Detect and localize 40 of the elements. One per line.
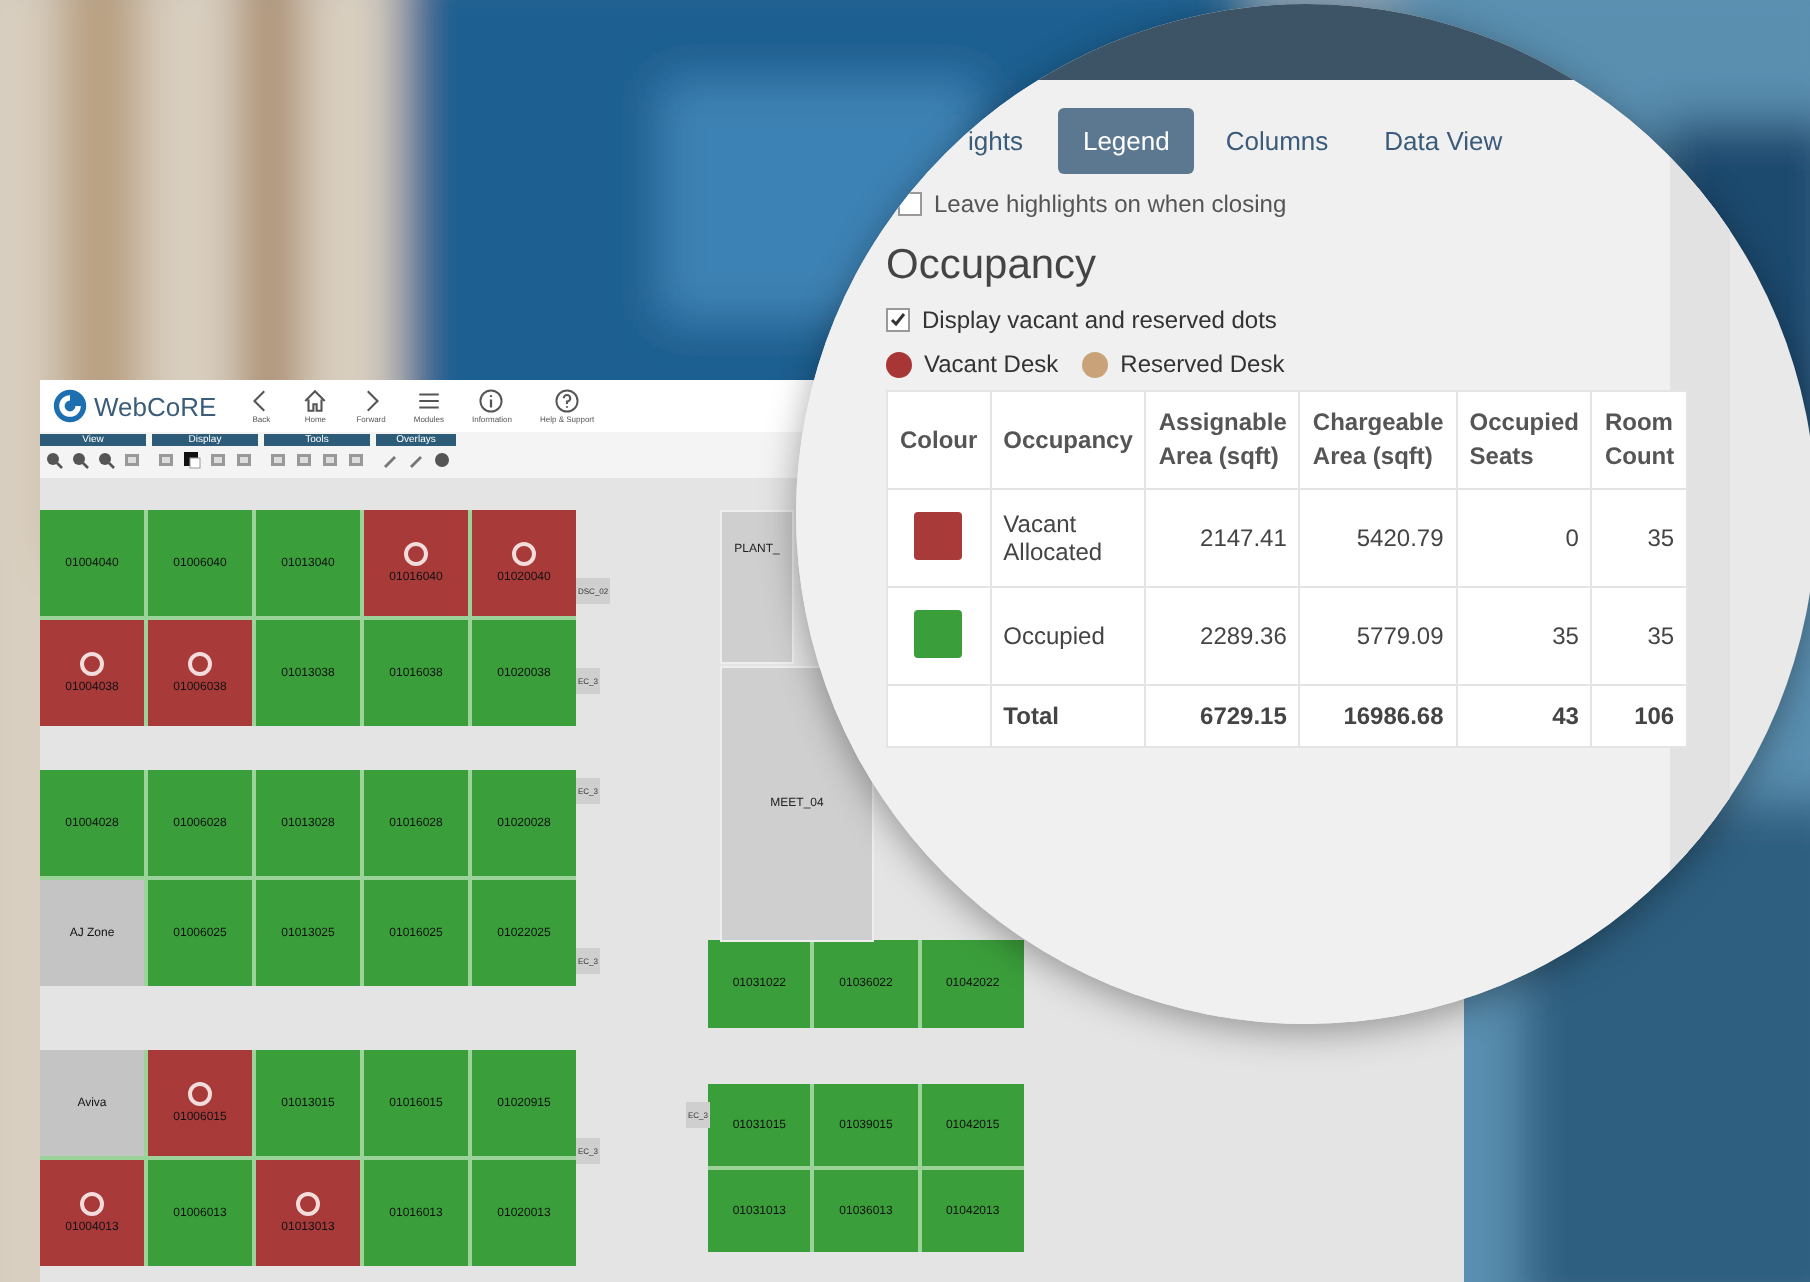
column-header: Occupancy [990, 391, 1146, 489]
table-cell: 6729.15 [1145, 685, 1300, 747]
home-icon [302, 388, 329, 414]
column-header: Occupied Seats [1456, 391, 1592, 489]
column-header: Chargeable Area (sqft) [1299, 391, 1457, 489]
app-logo: WebCoRE [94, 391, 217, 421]
zoom-icon[interactable] [70, 450, 90, 470]
table-cell: 2147.41 [1145, 489, 1300, 587]
table-cell: Occupied [990, 587, 1146, 685]
table-cell: 35 [1591, 587, 1688, 685]
info-icon [478, 388, 505, 414]
section-heading: Occupancy [886, 242, 1099, 290]
table-cell: 2289.36 [1145, 587, 1300, 685]
column-header: Room Count [1591, 391, 1688, 489]
contrast-icon[interactable] [182, 450, 202, 470]
table-cell: 106 [1591, 685, 1688, 747]
column-header: Assignable Area (sqft) [1145, 391, 1300, 489]
tab[interactable]: Legend [1058, 108, 1194, 174]
checkbox[interactable] [886, 308, 910, 332]
table-cell: 5420.79 [1299, 489, 1457, 587]
table-cell: 35 [1456, 587, 1592, 685]
table-cell: Vacant Allocated [990, 489, 1146, 587]
zoom-icon[interactable] [44, 450, 64, 470]
checkbox-label: Leave highlights on when closing [934, 190, 1287, 218]
table-cell: Total [990, 685, 1146, 747]
table-cell: 43 [1456, 685, 1592, 747]
logo-icon [52, 388, 88, 424]
table-cell: 16986.68 [1299, 685, 1457, 747]
tab[interactable]: Columns [1201, 108, 1353, 174]
legend-label: Reserved Desk [1120, 350, 1285, 378]
column-header: Colour [887, 391, 991, 489]
legend-label: Vacant Desk [924, 350, 1059, 378]
checkbox-label: Display vacant and reserved dots [922, 306, 1277, 334]
table-cell: 35 [1591, 489, 1688, 587]
menu-icon [415, 388, 442, 414]
zoom-icon[interactable] [96, 450, 116, 470]
tab[interactable]: ights [968, 108, 1051, 174]
tab[interactable]: Data View [1360, 108, 1527, 174]
table-cell: 0 [1456, 489, 1592, 587]
table-cell: 5779.09 [1299, 587, 1457, 685]
